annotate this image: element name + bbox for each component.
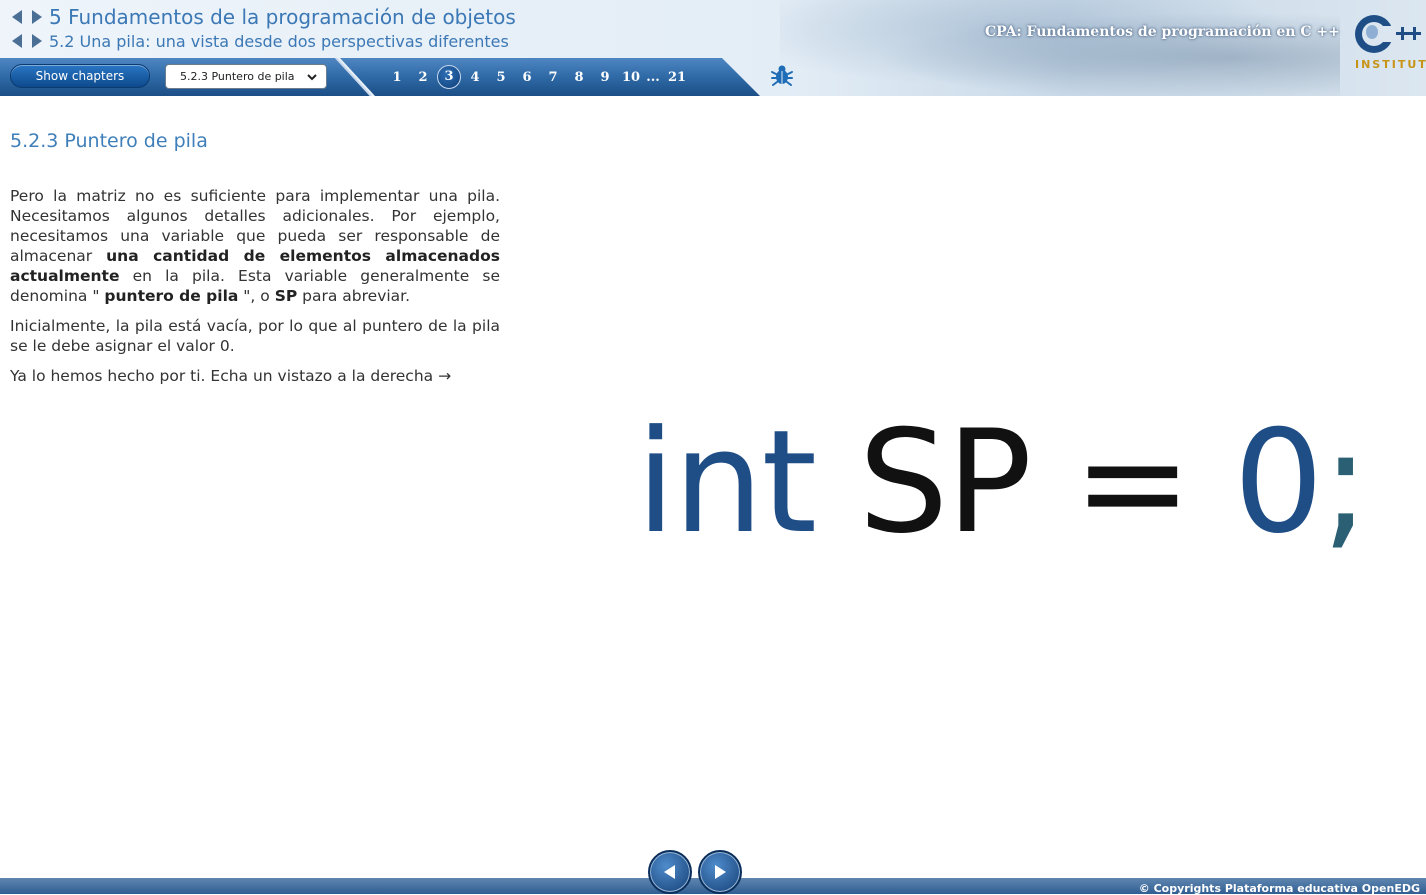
lesson-text: Pero la matriz no es suficiente para imp… [10,186,500,396]
page-link-5[interactable]: 5 [488,70,514,85]
header-bar: 5 Fundamentos de la programación de obje… [0,0,1426,96]
page-link-last[interactable]: 21 [662,70,692,85]
code-identifier: SP [858,400,1032,565]
section-nav-arrows [8,32,46,50]
bug-report-icon[interactable] [770,63,794,87]
page-ellipsis: ... [646,69,660,85]
next-section-icon[interactable] [28,32,46,50]
chapter-nav-arrows [8,8,46,26]
prev-page-button[interactable] [648,850,692,894]
code-semicolon: ; [1321,400,1370,565]
show-chapters-button[interactable]: Show chapters [10,64,150,88]
page-link-9[interactable]: 9 [592,70,618,85]
chevron-down-icon [307,74,317,81]
next-page-button[interactable] [698,850,742,894]
page-link-8[interactable]: 8 [566,70,592,85]
chapter-title: 5 Fundamentos de la programación de obje… [49,5,516,29]
section-select[interactable]: 5.2.3 Puntero de pila [165,64,327,89]
page-link-10[interactable]: 10 [618,70,644,85]
page-link-3[interactable]: 3 [437,65,461,89]
page-link-6[interactable]: 6 [514,70,540,85]
code-keyword: int [636,400,817,565]
code-number: 0 [1233,400,1323,565]
page-link-1[interactable]: 1 [384,70,410,85]
next-chapter-icon[interactable] [28,8,46,26]
triangle-left-icon [664,865,675,879]
paragraph-1: Pero la matriz no es suficiente para imp… [10,187,500,305]
page-pagination: 1 2 3 4 5 6 7 8 9 10... 21 [384,65,692,89]
code-illustration: int SP = 0; [636,398,1370,568]
logo-text: INSTITUTE [1355,58,1426,71]
paragraph-3: Ya lo hemos hecho por ti. Echa un vistaz… [10,367,452,385]
section-select-value: 5.2.3 Puntero de pila [180,70,295,83]
paragraph-2: Inicialmente, la pila está vacía, por lo… [10,317,500,355]
code-operator: = [1073,400,1192,565]
triangle-right-icon [715,865,726,879]
page-title: 5.2.3 Puntero de pila [10,130,208,152]
page-link-4[interactable]: 4 [462,70,488,85]
page-link-2[interactable]: 2 [410,70,436,85]
page-link-7[interactable]: 7 [540,70,566,85]
toolbar: Show chapters 5.2.3 Puntero de pila 1234… [0,58,760,96]
course-title: CPA: Fundamentos de programación en C ++ [985,24,1340,40]
section-title: 5.2 Una pila: una vista desde dos perspe… [49,32,509,51]
header-background-image [780,0,1340,96]
prev-chapter-icon[interactable] [8,8,26,26]
copyright-text: © Copyrights Plataforma educativa OpenED… [1138,882,1420,895]
prev-section-icon[interactable] [8,32,26,50]
